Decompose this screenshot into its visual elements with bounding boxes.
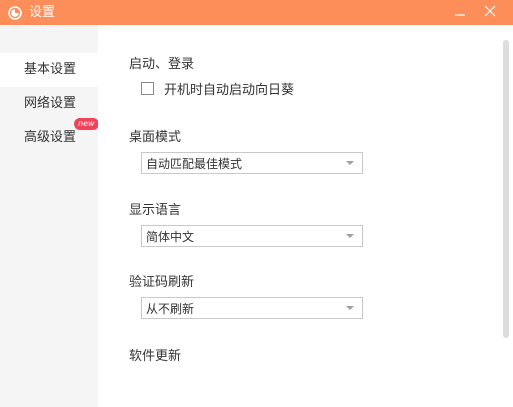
sidebar-item-label: 网络设置	[24, 96, 77, 111]
section-title-software-update: 软件更新	[129, 349, 182, 364]
language-value: 简体中文	[146, 229, 195, 244]
minimize-icon	[454, 5, 466, 20]
minimize-button[interactable]	[445, 0, 475, 25]
desktop-mode-value: 自动匹配最佳模式	[146, 156, 243, 171]
title-bar: 设置	[0, 0, 513, 25]
vertical-scrollbar[interactable]	[503, 40, 509, 338]
settings-sidebar: 基本设置 网络设置 高级设置 new	[0, 25, 99, 407]
sidebar-item-label: 基本设置	[24, 62, 77, 77]
window-title: 设置	[29, 5, 56, 20]
sidebar-item-label: 高级设置	[24, 130, 77, 145]
captcha-refresh-select[interactable]: 从不刷新	[141, 297, 363, 319]
sidebar-item-advanced[interactable]: 高级设置 new	[0, 118, 99, 155]
chevron-down-icon	[346, 161, 354, 165]
new-badge: new	[74, 118, 99, 130]
section-title-captcha-refresh: 验证码刷新	[129, 275, 195, 290]
auto-start-label: 开机时自动启动向日葵	[164, 82, 295, 98]
sidebar-item-label-wrap: 高级设置	[24, 121, 76, 155]
section-title-startup: 启动、登录	[129, 57, 195, 72]
desktop-mode-select[interactable]: 自动匹配最佳模式	[141, 152, 363, 174]
section-title-desktop-mode: 桌面模式	[129, 130, 182, 145]
language-select[interactable]: 简体中文	[141, 225, 363, 247]
chevron-down-icon	[346, 234, 354, 238]
auto-start-option[interactable]: 开机时自动启动向日葵	[141, 80, 295, 98]
chevron-down-icon	[346, 306, 354, 310]
auto-start-checkbox[interactable]	[141, 81, 154, 95]
settings-content: 启动、登录 开机时自动启动向日葵 桌面模式 自动匹配最佳模式 显示语言 简体中文…	[98, 25, 513, 407]
section-title-language: 显示语言	[129, 203, 182, 218]
sidebar-item-basic[interactable]: 基本设置	[0, 53, 98, 87]
sidebar-item-network[interactable]: 网络设置	[0, 87, 98, 121]
app-logo-icon	[7, 5, 23, 21]
close-button[interactable]	[475, 0, 505, 25]
close-icon	[484, 5, 496, 20]
captcha-refresh-value: 从不刷新	[146, 301, 195, 316]
